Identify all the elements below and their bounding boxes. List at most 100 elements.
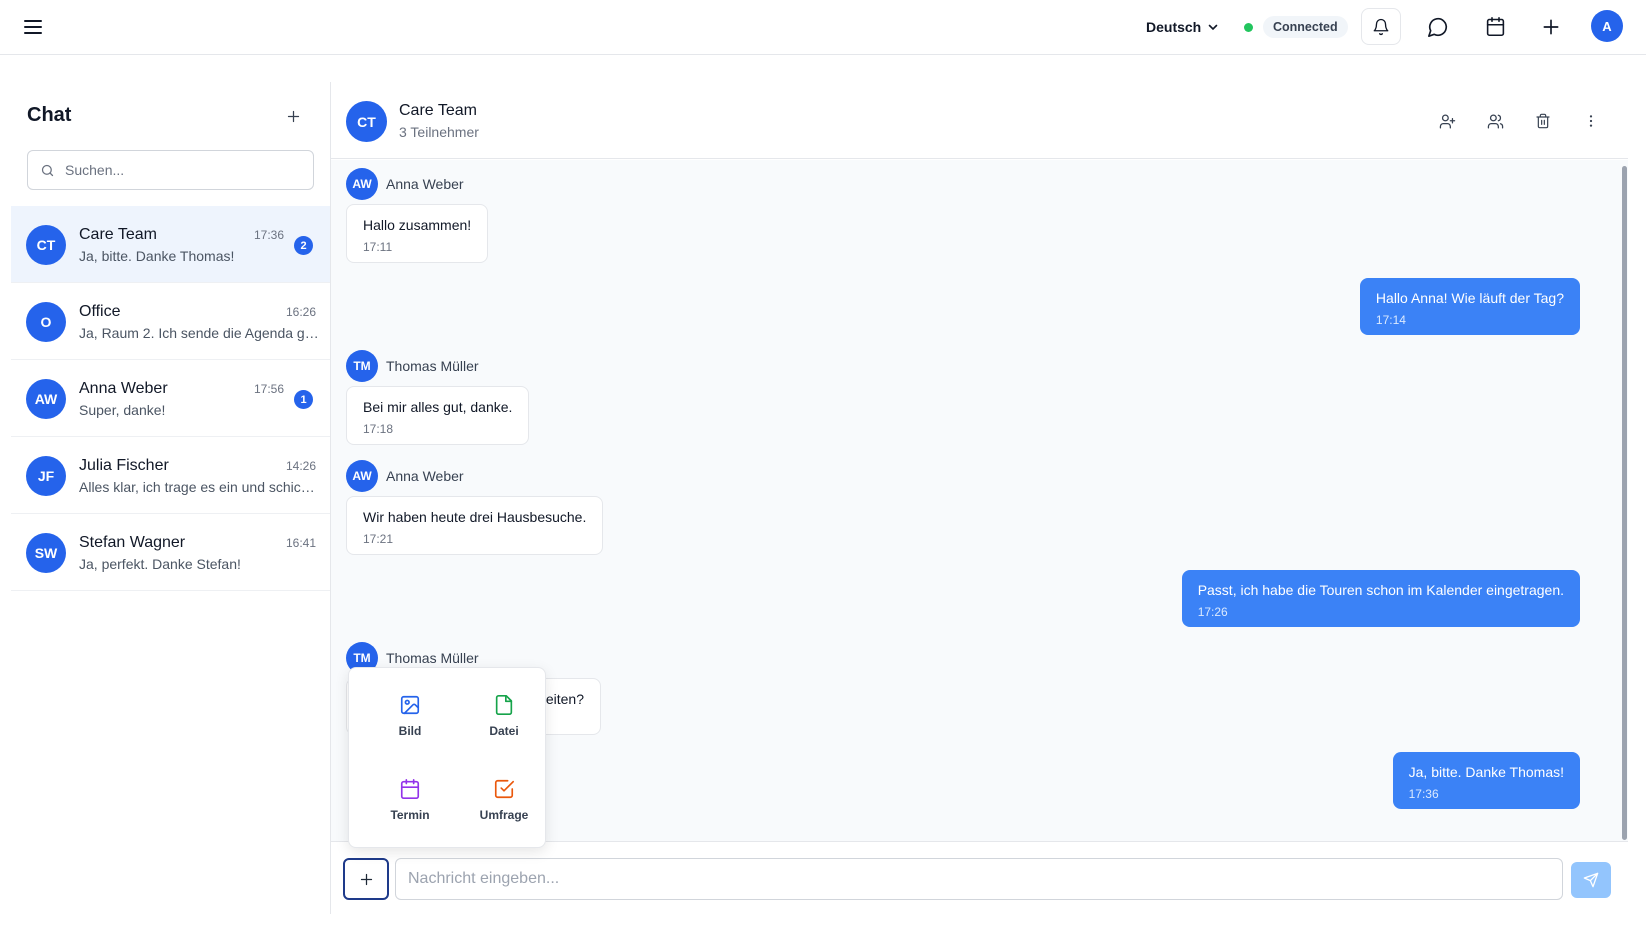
plus-icon bbox=[286, 109, 301, 124]
avatar: CT bbox=[26, 225, 66, 265]
message-time: 17:26 bbox=[1197, 605, 1228, 619]
attach-button[interactable] bbox=[343, 858, 389, 900]
message-sender: AW Anna Weber bbox=[346, 460, 464, 492]
attach-image-option[interactable]: Bild bbox=[370, 694, 450, 758]
message-sender: TM Thomas Müller bbox=[346, 350, 479, 382]
plus-icon bbox=[1541, 17, 1561, 37]
avatar: AW bbox=[346, 168, 378, 200]
conversation-preview: Ja, Raum 2. Ich sende die Agenda gl... bbox=[79, 325, 319, 341]
conversation-time: 16:41 bbox=[286, 536, 317, 550]
attach-poll-option[interactable]: Umfrage bbox=[464, 778, 544, 842]
avatar: TM bbox=[346, 350, 378, 382]
members-button[interactable] bbox=[1479, 105, 1511, 137]
conversation-name: Anna Weber bbox=[79, 380, 168, 397]
conversation-item-office[interactable]: O Office Ja, Raum 2. Ich sende die Agend… bbox=[11, 283, 330, 360]
messages-button[interactable] bbox=[1418, 8, 1458, 45]
image-icon bbox=[399, 694, 421, 716]
attach-appointment-option[interactable]: Termin bbox=[370, 778, 450, 842]
message-time: 17:21 bbox=[363, 532, 394, 546]
status-dot bbox=[1244, 22, 1253, 32]
conversation-name: Stefan Wagner bbox=[79, 534, 186, 551]
search-box bbox=[27, 150, 314, 190]
new-chat-button[interactable] bbox=[279, 102, 307, 130]
message-bubble-outgoing: Ja, bitte. Danke Thomas! 17:36 bbox=[1392, 752, 1580, 809]
calendar-icon bbox=[1485, 16, 1506, 37]
message-text: Ja, bitte. Danke Thomas! bbox=[1408, 764, 1564, 780]
conversation-preview: Super, danke! bbox=[79, 402, 166, 418]
more-options-button[interactable] bbox=[1575, 105, 1607, 137]
attachment-menu: Bild Datei Termin Umfrage bbox=[348, 667, 546, 848]
message-time: 17:11 bbox=[363, 240, 393, 254]
attach-option-label: Bild bbox=[398, 724, 422, 738]
plus-icon bbox=[359, 872, 374, 887]
message-time: 17:14 bbox=[1375, 313, 1406, 327]
connection-status-badge: Connected bbox=[1263, 16, 1348, 38]
attach-file-option[interactable]: Datei bbox=[464, 694, 544, 758]
group-avatar: CT bbox=[346, 101, 387, 142]
conversation-list: CT Care Team Ja, bitte. Danke Thomas! 17… bbox=[11, 206, 330, 591]
conversation-time: 17:56 bbox=[254, 382, 285, 396]
delete-chat-button[interactable] bbox=[1527, 105, 1559, 137]
message-text: Hallo zusammen! bbox=[363, 217, 472, 233]
sidebar-title: Chat bbox=[27, 104, 72, 126]
notifications-button[interactable] bbox=[1361, 8, 1401, 45]
message-time: 17:18 bbox=[363, 422, 394, 436]
message-bubble-incoming: Wir haben heute drei Hausbesuche. 17:21 bbox=[346, 496, 604, 555]
participant-count: 3 Teilnehmer bbox=[399, 124, 479, 140]
file-icon bbox=[493, 694, 515, 716]
conversation-item-stefan-wagner[interactable]: SW Stefan Wagner Ja, perfekt. Danke Stef… bbox=[11, 514, 330, 591]
message-text: Wir haben heute drei Hausbesuche. bbox=[363, 509, 587, 525]
message-time: 17:36 bbox=[1408, 787, 1439, 801]
unread-badge: 2 bbox=[294, 236, 313, 255]
conversation-name: Care Team bbox=[79, 226, 157, 243]
top-bar: Deutsch Connected A bbox=[0, 0, 1646, 55]
message-bubble-incoming: Hallo zusammen! 17:11 bbox=[346, 204, 489, 263]
chat-title: Care Team bbox=[399, 102, 477, 119]
message-scrollbar[interactable] bbox=[1622, 166, 1627, 840]
conversation-item-julia-fischer[interactable]: JF Julia Fischer Alles klar, ich trage e… bbox=[11, 437, 330, 514]
conversation-time: 14:26 bbox=[286, 459, 317, 473]
conversation-time: 17:36 bbox=[254, 228, 285, 242]
sender-name: Anna Weber bbox=[386, 468, 464, 484]
conversation-name: Julia Fischer bbox=[79, 457, 169, 474]
send-icon bbox=[1583, 872, 1599, 888]
sender-name: Thomas Müller bbox=[386, 358, 479, 374]
message-sender: AW Anna Weber bbox=[346, 168, 464, 200]
conversation-preview: Ja, bitte. Danke Thomas! bbox=[79, 248, 235, 264]
menu-icon[interactable] bbox=[20, 14, 46, 40]
users-icon bbox=[1487, 113, 1504, 130]
message-text: Passt, ich habe die Touren schon im Kale… bbox=[1197, 582, 1564, 598]
message-input[interactable] bbox=[395, 858, 1563, 900]
avatar: JF bbox=[26, 456, 66, 496]
message-circle-icon bbox=[1427, 16, 1449, 38]
conversation-sidebar: Chat CT Care Team Ja, bitte. Danke Thoma… bbox=[0, 56, 330, 928]
calendar-button[interactable] bbox=[1475, 8, 1515, 45]
conversation-preview: Ja, perfekt. Danke Stefan! bbox=[79, 556, 241, 572]
search-icon bbox=[40, 163, 55, 178]
message-text: Hallo Anna! Wie läuft der Tag? bbox=[1375, 290, 1564, 306]
conversation-name: Office bbox=[79, 303, 121, 320]
sender-name: Anna Weber bbox=[386, 176, 464, 192]
conversation-preview: Alles klar, ich trage es ein und schick.… bbox=[79, 479, 319, 495]
trash-icon bbox=[1535, 113, 1551, 129]
search-input[interactable] bbox=[65, 162, 285, 178]
user-avatar[interactable]: A bbox=[1591, 10, 1623, 42]
calendar-icon bbox=[399, 778, 421, 800]
message-bubble-outgoing: Hallo Anna! Wie läuft der Tag? 17:14 bbox=[1359, 278, 1580, 335]
language-selector[interactable]: Deutsch bbox=[1146, 16, 1219, 38]
connection-status: Connected bbox=[1244, 15, 1348, 39]
chat-header: CT Care Team 3 Teilnehmer bbox=[331, 82, 1628, 159]
add-member-button[interactable] bbox=[1431, 105, 1463, 137]
conversation-item-care-team[interactable]: CT Care Team Ja, bitte. Danke Thomas! 17… bbox=[11, 206, 330, 283]
avatar: AW bbox=[26, 379, 66, 419]
chevron-down-icon bbox=[1207, 21, 1219, 33]
message-text: Bei mir alles gut, danke. bbox=[363, 399, 513, 415]
more-vertical-icon bbox=[1583, 113, 1599, 129]
conversation-item-anna-weber[interactable]: AW Anna Weber Super, danke! 17:56 1 bbox=[11, 360, 330, 437]
attach-option-label: Datei bbox=[489, 724, 519, 738]
create-button[interactable] bbox=[1531, 8, 1571, 45]
user-plus-icon bbox=[1439, 113, 1456, 130]
send-button[interactable] bbox=[1571, 862, 1611, 898]
message-composer bbox=[331, 841, 1628, 928]
message-bubble-incoming: Bei mir alles gut, danke. 17:18 bbox=[346, 386, 530, 445]
